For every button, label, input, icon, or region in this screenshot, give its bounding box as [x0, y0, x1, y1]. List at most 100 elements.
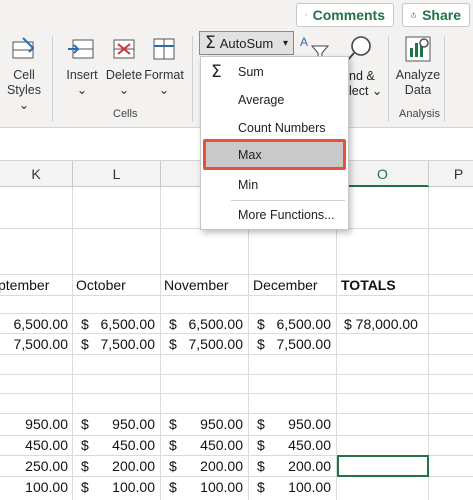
cell-value[interactable]: 200.00	[112, 458, 155, 474]
cell-value[interactable]: 6,500.00	[101, 316, 156, 332]
cell-value[interactable]: 200.00	[200, 458, 243, 474]
column-header-o[interactable]: O	[337, 161, 429, 187]
analyze-label-1: Analyze	[395, 68, 441, 82]
cell-value[interactable]: 6,500.00	[189, 316, 244, 332]
column-header-l[interactable]: L	[73, 161, 161, 187]
grid-line	[0, 313, 473, 314]
autosum-label: AutoSum	[219, 35, 274, 51]
delete-button[interactable]: Delete ⌄	[104, 34, 144, 98]
total-value[interactable]: $ 78,000.00	[344, 316, 418, 332]
ribbon-separator	[444, 36, 445, 122]
cell-value[interactable]: 200.00	[288, 458, 331, 474]
cell-styles-label-2: Styles ⌄	[6, 83, 42, 112]
cell-value[interactable]: 7,500.00	[101, 336, 156, 352]
currency-symbol: $	[257, 416, 265, 432]
cell-value[interactable]: 250.00	[25, 458, 68, 474]
menu-item-label: More Functions...	[238, 208, 335, 222]
currency-symbol: $	[169, 479, 177, 495]
insert-cells-icon	[68, 39, 94, 59]
grid-line	[0, 295, 473, 296]
share-icon	[411, 12, 416, 18]
menu-item-label: Count Numbers	[238, 121, 326, 135]
menu-item-min[interactable]: Min	[203, 171, 346, 199]
format-cells-icon	[153, 38, 175, 60]
cell-value[interactable]: 7,500.00	[189, 336, 244, 352]
header-september[interactable]: ptember	[0, 277, 49, 297]
autosum-button[interactable]: Σ AutoSum ▾	[199, 31, 294, 55]
column-header-k[interactable]: K	[0, 161, 73, 187]
cell-value[interactable]: 950.00	[200, 416, 243, 432]
table-row: 450.00 $ 450.00 $ 450.00 $ 450.00	[0, 437, 473, 457]
menu-item-more-functions[interactable]: More Functions...	[203, 201, 346, 229]
cell-value[interactable]: 7,500.00	[277, 336, 332, 352]
cell-value[interactable]: 100.00	[200, 479, 243, 495]
menu-item-sum[interactable]: Σ Sum	[203, 58, 346, 86]
active-cell[interactable]	[337, 455, 429, 477]
share-label: Share	[422, 7, 461, 23]
comment-icon	[305, 14, 307, 16]
cell-value[interactable]: 7,500.00	[14, 336, 69, 352]
grid-line	[0, 393, 473, 394]
menu-item-count-numbers[interactable]: Count Numbers	[203, 114, 346, 142]
cell-value[interactable]: 6,500.00	[277, 316, 332, 332]
cell-value[interactable]: 100.00	[112, 479, 155, 495]
analysis-group-label: Analysis	[399, 108, 440, 120]
menu-item-label: Max	[238, 147, 262, 162]
autosum-dropdown-menu: Σ Sum Average Count Numbers Max Min More…	[200, 56, 349, 230]
menu-item-label: Sum	[238, 65, 264, 79]
insert-button[interactable]: Insert ⌄	[62, 34, 102, 98]
grid-line	[0, 374, 473, 375]
cell-value[interactable]: 950.00	[112, 416, 155, 432]
analyze-data-icon	[405, 36, 431, 62]
cell-value[interactable]: 100.00	[288, 479, 331, 495]
header-october[interactable]: October	[76, 277, 126, 297]
cell-value[interactable]: 450.00	[25, 437, 68, 453]
cell-value[interactable]: 100.00	[25, 479, 68, 495]
format-label: Format	[144, 68, 184, 82]
header-november[interactable]: November	[164, 277, 229, 297]
cell-styles-button[interactable]: Cell Styles ⌄	[2, 34, 46, 113]
currency-symbol: $	[81, 437, 89, 453]
grid-line	[0, 413, 473, 414]
currency-symbol: $	[169, 316, 177, 332]
currency-symbol: $	[257, 437, 265, 453]
currency-symbol: $	[81, 416, 89, 432]
chevron-down-icon: ▾	[282, 37, 288, 49]
find-select-label-2: lect ⌄	[349, 84, 383, 98]
spreadsheet-grid[interactable]: ptember October November December TOTALS…	[0, 187, 473, 500]
analyze-label-2: Data	[404, 83, 432, 97]
cell-styles-icon	[12, 37, 35, 59]
cell-value[interactable]: 450.00	[112, 437, 155, 453]
currency-symbol: $	[257, 316, 265, 332]
cell-value[interactable]: 450.00	[288, 437, 331, 453]
format-button[interactable]: Format ⌄	[144, 34, 184, 98]
table-row: 6,500.00 $ 6,500.00 $ 6,500.00 $ 6,500.0…	[0, 316, 473, 336]
cell-value[interactable]: 6,500.00	[14, 316, 69, 332]
comments-button[interactable]: Comments	[296, 3, 394, 27]
cell-value[interactable]: 950.00	[25, 416, 68, 432]
svg-text:A: A	[300, 35, 308, 49]
grid-line	[0, 274, 473, 275]
header-totals[interactable]: TOTALS	[341, 277, 396, 297]
header-december[interactable]: December	[253, 277, 318, 297]
column-header-p[interactable]: P	[429, 161, 473, 187]
insert-label: Insert	[66, 68, 98, 82]
share-button[interactable]: Share	[402, 3, 470, 27]
analyze-data-button[interactable]: Analyze Data	[394, 34, 442, 98]
currency-symbol: $	[81, 316, 89, 332]
currency-symbol: $	[257, 479, 265, 495]
sigma-icon: Σ	[211, 62, 222, 82]
ribbon-separator	[388, 36, 389, 122]
currency-symbol: $	[169, 336, 177, 352]
cell-value[interactable]: 450.00	[200, 437, 243, 453]
currency-symbol: $	[169, 437, 177, 453]
menu-item-max[interactable]: Max	[203, 139, 346, 170]
sigma-icon: Σ	[205, 33, 216, 53]
currency-symbol: $	[81, 479, 89, 495]
menu-item-average[interactable]: Average	[203, 86, 346, 114]
find-select-label[interactable]: nd & lect ⌄	[349, 69, 382, 99]
chevron-down-icon: ⌄	[76, 83, 88, 97]
currency-symbol: $	[169, 416, 177, 432]
ribbon-separator	[192, 36, 193, 122]
cell-value[interactable]: 950.00	[288, 416, 331, 432]
